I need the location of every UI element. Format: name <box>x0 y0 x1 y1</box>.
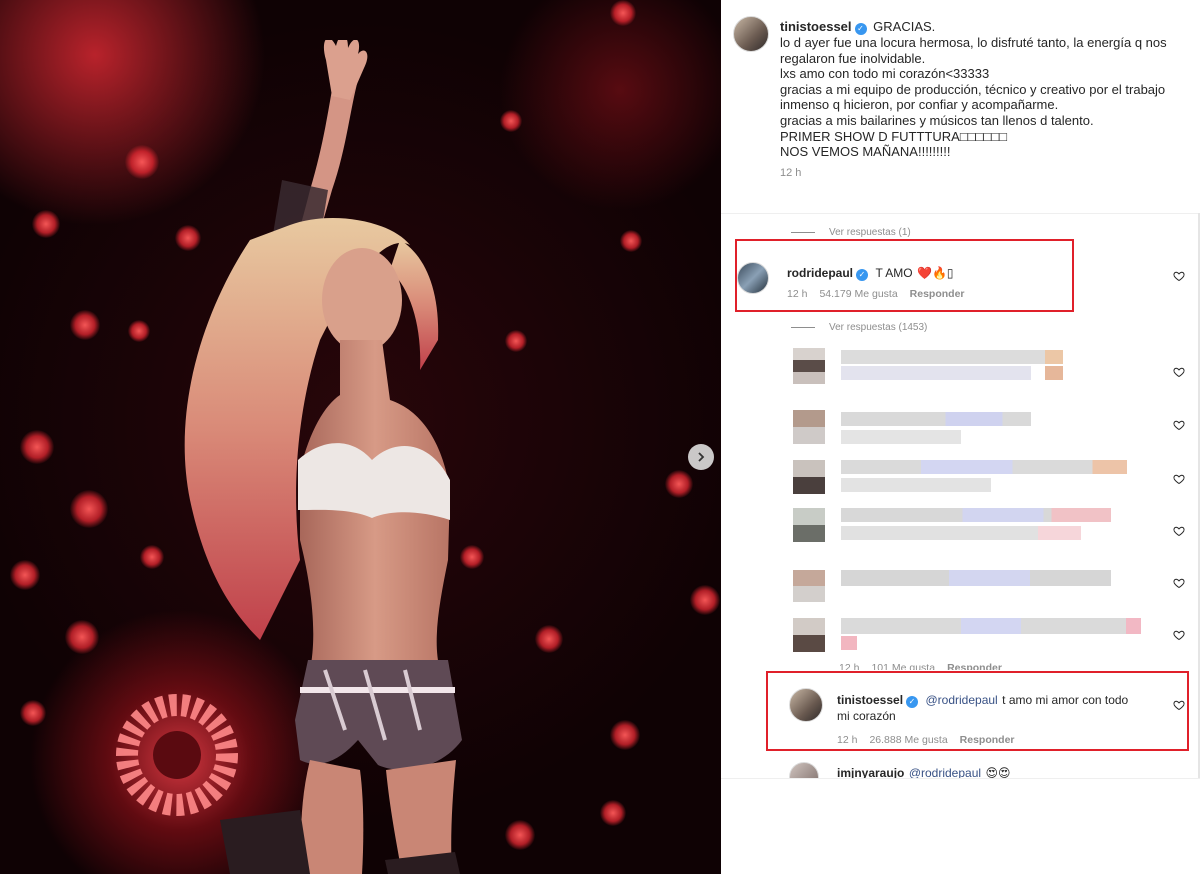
heart-icon[interactable] <box>1173 270 1185 282</box>
avatar[interactable] <box>733 16 769 52</box>
bokeh-light <box>20 430 54 464</box>
caption-author[interactable]: tinistoessel <box>780 19 852 34</box>
highlight-box <box>766 671 1189 751</box>
caption-line: gracias a mi equipo de producción, técni… <box>780 81 1166 97</box>
blurred-text <box>841 636 857 650</box>
divider <box>721 778 1200 779</box>
view-replies-label: Ver respuestas (1) <box>829 227 911 238</box>
blurred-avatar <box>793 508 825 542</box>
divider <box>791 326 815 328</box>
bokeh-light <box>20 700 46 726</box>
blurred-text <box>1045 366 1063 380</box>
verified-badge-icon: ✓ <box>854 23 867 35</box>
caption-line: NOS VEMOS MAÑANA!!!!!!!!! <box>780 144 951 160</box>
blurred-text <box>1045 350 1063 364</box>
comment-author[interactable]: imjnyaraujo <box>837 766 904 778</box>
heart-icon[interactable] <box>1173 629 1185 641</box>
blurred-text <box>841 460 1127 474</box>
blurred-avatar <box>793 570 825 602</box>
caption-line: regalaron fue inolvidable. <box>780 50 926 66</box>
blurred-comments <box>775 348 1195 658</box>
caption-line: lo d ayer fue una locura hermosa, lo dis… <box>780 35 1167 50</box>
blurred-text <box>841 366 1031 380</box>
comment-likes[interactable]: 101 Me gusta <box>871 662 935 670</box>
bokeh-light <box>10 560 40 590</box>
post-photo[interactable] <box>0 0 721 874</box>
blurred-avatar <box>793 410 825 444</box>
view-replies-toggle[interactable]: Ver respuestas (1453) <box>791 322 927 333</box>
bokeh-light <box>70 490 108 528</box>
blurred-text <box>841 618 1141 634</box>
reply-button[interactable]: Responder <box>947 662 1002 670</box>
blurred-avatar <box>793 460 825 494</box>
performer-figure <box>184 40 462 874</box>
caption-line: PRIMER SHOW D FUTTTURA□□□□□□ <box>780 128 1007 144</box>
bokeh-light <box>65 620 99 654</box>
heart-icon[interactable] <box>1173 577 1185 589</box>
bokeh-light <box>620 230 642 252</box>
bokeh-light <box>690 585 720 615</box>
divider <box>791 231 815 233</box>
blurred-text <box>841 478 991 492</box>
highlight-box <box>735 239 1074 312</box>
blurred-text <box>841 412 1031 426</box>
comment-mention[interactable]: @rodridepaul <box>909 766 981 778</box>
blurred-avatar <box>793 618 825 652</box>
caption-line: lxs amo con todo mi corazón<33333 <box>780 66 990 82</box>
bokeh-light <box>128 320 150 342</box>
caption-line: inmenso q hicieron, por confiar y acompa… <box>780 97 1059 113</box>
bokeh-light <box>70 310 100 340</box>
bokeh-light <box>610 720 640 750</box>
next-photo-button[interactable] <box>688 444 714 470</box>
caption-timestamp: 12 h <box>780 166 802 179</box>
bokeh-light <box>600 800 626 826</box>
blurred-text <box>841 526 1081 540</box>
post-details-panel: tinistoessel ✓ GRACIAS. lo d ayer fue una… <box>721 0 1200 874</box>
blurred-text <box>841 430 961 444</box>
heart-icon[interactable] <box>1173 525 1185 537</box>
bokeh-light <box>665 470 693 498</box>
caption-line: GRACIAS. <box>873 19 936 34</box>
blurred-text <box>841 350 1051 364</box>
bokeh-light <box>535 625 563 653</box>
chevron-right-icon <box>698 452 705 462</box>
comment-partial: imjnyaraujo @rodridepaul 😍😍 <box>789 762 1189 778</box>
view-replies-label: Ver respuestas (1453) <box>829 322 928 333</box>
view-replies-toggle[interactable]: Ver respuestas (1) <box>791 227 911 238</box>
caption-line: gracias a mis bailarines y músicos tan l… <box>780 112 1094 128</box>
bokeh-light <box>610 0 636 26</box>
blurred-avatar <box>793 348 825 384</box>
comment-time: 12 h <box>839 662 860 670</box>
heart-icon[interactable] <box>1173 419 1185 431</box>
avatar[interactable] <box>789 762 819 778</box>
blurred-row-meta: 12 h 101 Me gusta Responder <box>839 662 1014 670</box>
heart-icon[interactable] <box>1173 366 1185 378</box>
comment-emoji: 😍😍 <box>985 766 1011 778</box>
bokeh-light <box>32 210 60 238</box>
blurred-text <box>841 508 1111 522</box>
blurred-text <box>841 570 1111 586</box>
heart-icon[interactable] <box>1173 473 1185 485</box>
